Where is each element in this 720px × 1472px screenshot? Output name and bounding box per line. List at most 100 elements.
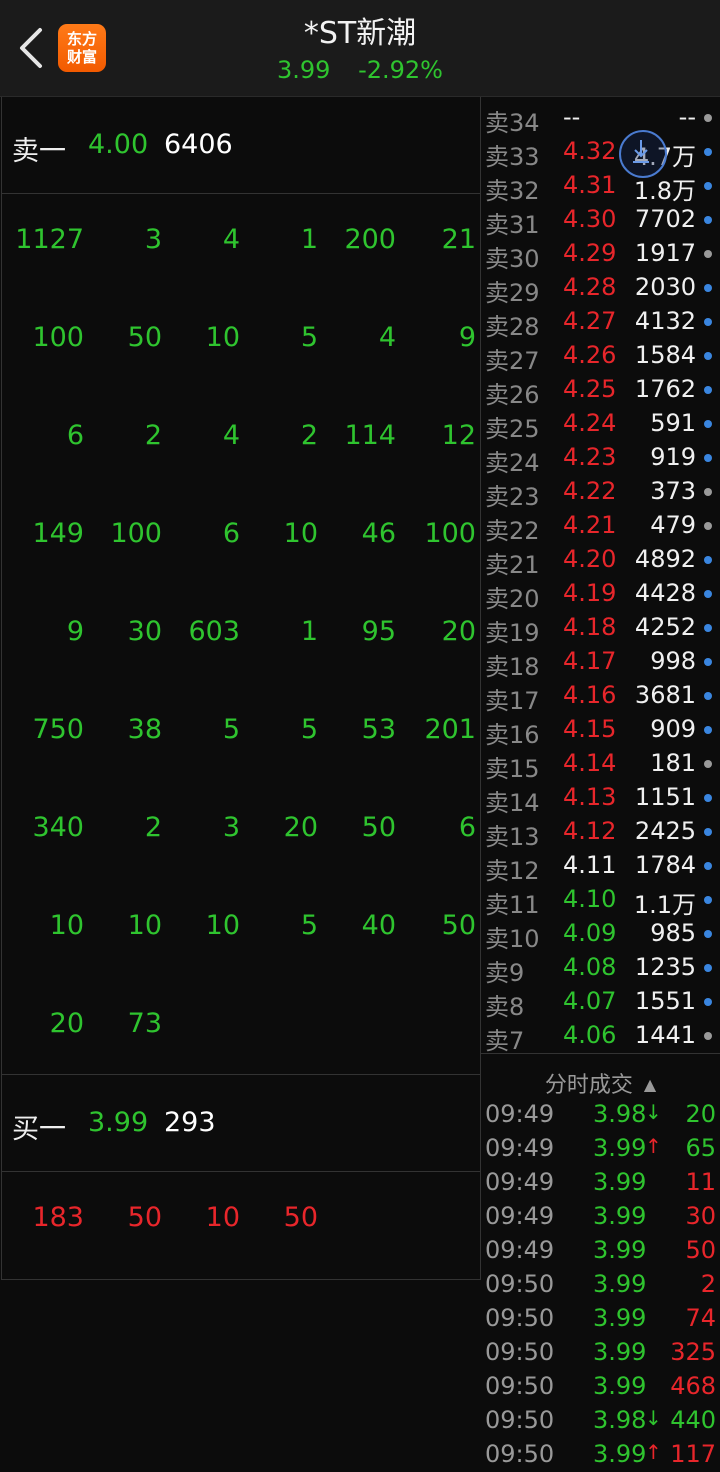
sell-queue-cell: 2 [144, 420, 162, 451]
ask-level-row[interactable]: 卖13 4.12 2425 [481, 814, 720, 851]
sell-queue-row: 340 2 3 20 50 6 [2, 812, 480, 852]
ask-level-volume: 1784 [634, 851, 696, 879]
ask-level-row[interactable]: 卖27 4.26 1584 [481, 338, 720, 375]
ask-level-volume: 1917 [634, 239, 696, 267]
ask-level-row[interactable]: 卖29 4.28 2030 [481, 270, 720, 307]
ask-level-row[interactable]: 卖21 4.20 4892 [481, 542, 720, 579]
ask-level-price: 4.31 [563, 171, 617, 199]
sell-one-row[interactable]: 卖一 4.00 6406 [2, 97, 480, 194]
ask-level-label: 卖30 [485, 245, 540, 273]
ask-level-row[interactable]: 卖15 4.14 181 [481, 746, 720, 783]
trade-price: 3.98 [593, 1406, 647, 1434]
trade-row: 09:50 3.99 ↑ 117 [481, 1437, 720, 1471]
trade-time: 09:49 [485, 1134, 555, 1162]
sell-queue-cell: 10 [205, 910, 240, 941]
dot-indicator-icon [704, 556, 712, 564]
ask-level-row[interactable]: 卖31 4.30 7702 [481, 202, 720, 239]
ask-level-row[interactable]: 卖7 4.06 1441 [481, 1018, 720, 1055]
ask-level-row[interactable]: 卖19 4.18 4252 [481, 610, 720, 647]
ask-level-label: 卖28 [485, 313, 540, 341]
buy-one-row[interactable]: 买一 3.99 293 [2, 1075, 480, 1172]
ask-level-row[interactable]: 卖14 4.13 1151 [481, 780, 720, 817]
ask-level-volume: 1551 [634, 987, 696, 1015]
buy-queue-cell: 10 [205, 1202, 240, 1233]
dot-indicator-icon [704, 590, 712, 598]
ask-level-price: 4.24 [563, 409, 617, 437]
ask-level-row[interactable]: 卖11 4.10 1.1万 [481, 882, 720, 919]
ask-level-volume: 7702 [634, 205, 696, 233]
sell-one-volume: 6406 [164, 129, 233, 160]
buy-queue-cell: 183 [32, 1202, 84, 1233]
sell-queue-cell: 50 [361, 812, 396, 843]
change-percent: -2.92% [358, 56, 443, 84]
ask-level-row[interactable]: 卖12 4.11 1784 [481, 848, 720, 885]
sell-queue-cell: 340 [32, 812, 84, 843]
sell-queue-cell: 3 [144, 224, 162, 255]
ask-level-row[interactable]: 卖10 4.09 985 [481, 916, 720, 953]
ask-level-volume: 373 [650, 477, 696, 505]
dot-indicator-icon [704, 760, 712, 768]
ask-level-label: 卖16 [485, 721, 540, 749]
ask-level-price: 4.08 [563, 953, 617, 981]
sell-queue-cell: 2 [300, 420, 318, 451]
sell-queue-cell: 46 [361, 518, 396, 549]
sell-queue-row: 20 73 [2, 1008, 480, 1048]
tick-trades-label: 分时成交 [544, 1073, 633, 1098]
ask-level-price: 4.07 [563, 987, 617, 1015]
ask-level-row[interactable]: 卖8 4.07 1551 [481, 984, 720, 1021]
sell-queue-cell: 10 [283, 518, 318, 549]
sell-queue-cell: 2 [144, 812, 162, 843]
ask-level-label: 卖19 [485, 619, 540, 647]
ask-level-row[interactable]: 卖32 4.31 1.8万 [481, 168, 720, 205]
ask-level-row[interactable]: 卖23 4.22 373 [481, 474, 720, 511]
trade-time: 09:50 [485, 1406, 555, 1434]
ask-level-row[interactable]: 卖26 4.25 1762 [481, 372, 720, 409]
ask-level-row[interactable]: 卖16 4.15 909 [481, 712, 720, 749]
trade-price: 3.99 [593, 1134, 647, 1162]
order-queue-panel: 卖一 4.00 6406 1127 3 4 1 200 21 100 50 10 5 4 9 6 2 4 2 1… [1, 97, 481, 1280]
trade-time: 09:49 [485, 1236, 555, 1264]
sell-queue-cell: 1 [300, 616, 318, 647]
trade-volume: 74 [685, 1304, 716, 1332]
dot-indicator-icon [704, 284, 712, 292]
tick-trades-toggle[interactable]: 分时成交 ▲ [481, 1059, 720, 1099]
trade-direction-arrow-icon: ↑ [645, 1440, 662, 1464]
ask-level-row[interactable]: 卖28 4.27 4132 [481, 304, 720, 341]
ask-level-row[interactable]: 卖24 4.23 919 [481, 440, 720, 477]
sell-queue-cell: 201 [424, 714, 476, 745]
ask-level-row[interactable]: 卖20 4.19 4428 [481, 576, 720, 613]
ask-level-price: 4.30 [563, 205, 617, 233]
buy-queue-row: 183 50 10 50 [2, 1202, 480, 1242]
ask-level-row[interactable]: 卖9 4.08 1235 [481, 950, 720, 987]
sell-queue-row: 100 50 10 5 4 9 [2, 322, 480, 362]
ask-level-price: 4.09 [563, 919, 617, 947]
ask-level-row[interactable]: 卖30 4.29 1917 [481, 236, 720, 273]
dot-indicator-icon [704, 998, 712, 1006]
ask-level-price: 4.23 [563, 443, 617, 471]
trade-price: 3.99 [593, 1202, 647, 1230]
ask-level-volume: 1235 [634, 953, 696, 981]
ask-level-row[interactable]: 卖34 -- -- [481, 100, 720, 137]
floating-download-button[interactable] [619, 130, 667, 178]
ask-level-row[interactable]: 卖22 4.21 479 [481, 508, 720, 545]
ask-level-price: 4.19 [563, 579, 617, 607]
dot-indicator-icon [704, 896, 712, 904]
ask-level-volume: 4428 [634, 579, 696, 607]
trade-row: 09:50 3.99 468 [481, 1369, 720, 1403]
ask-level-row[interactable]: 卖17 4.16 3681 [481, 678, 720, 715]
ask-level-label: 卖15 [485, 755, 540, 783]
sell-queue-cell: 6 [66, 420, 84, 451]
sell-queue-cell: 750 [32, 714, 84, 745]
dot-indicator-icon [704, 862, 712, 870]
sell-queue-row: 9 30 603 1 95 20 [2, 616, 480, 656]
ask-level-row[interactable]: 卖18 4.17 998 [481, 644, 720, 681]
sell-queue-cell: 10 [49, 910, 84, 941]
trade-time: 09:50 [485, 1304, 555, 1332]
ask-level-row[interactable]: 卖33 4.32 4.7万 [481, 134, 720, 171]
dot-indicator-icon [704, 216, 712, 224]
trade-time: 09:49 [485, 1100, 555, 1128]
ask-level-price: 4.06 [563, 1021, 617, 1049]
trade-row: 09:50 3.99 74 [481, 1301, 720, 1335]
buy-one-price: 3.99 [88, 1107, 149, 1138]
ask-level-row[interactable]: 卖25 4.24 591 [481, 406, 720, 443]
